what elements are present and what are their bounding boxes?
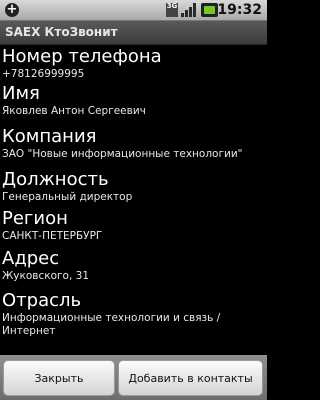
field-value: Генеральный директор (2, 191, 133, 203)
field-value: Информационные технологии и связь / Инте… (2, 312, 221, 337)
field-value: Жуковского, 31 (2, 270, 89, 282)
field-value: Яковлев Антон Сергеевич (2, 105, 146, 117)
field-value: +78126999995 (2, 68, 85, 80)
plus-circle-icon: + (5, 2, 19, 17)
status-bar: + 3G 19:32 (0, 0, 267, 21)
close-button[interactable]: Закрыть (3, 360, 115, 396)
battery-icon (201, 3, 218, 17)
signal-strength-icon (181, 3, 197, 17)
field-label: Регион (2, 208, 68, 229)
title-bar: SAEX КтоЗвонит (0, 21, 267, 45)
caller-info-panel: Номер телефона +78126999995 Имя Яковлев … (0, 45, 267, 355)
field-label: Номер телефона (2, 46, 162, 67)
app-title: SAEX КтоЗвонит (5, 25, 118, 39)
field-label: Имя (2, 83, 40, 104)
network-type-icon: 3G (166, 3, 178, 17)
field-label: Отрасль (2, 290, 82, 311)
field-value: САНКТ-ПЕТЕРБУРГ (2, 230, 103, 242)
button-bar: Закрыть Добавить в контакты (0, 355, 267, 400)
field-label: Должность (2, 169, 109, 190)
field-label: Компания (2, 126, 97, 147)
field-value: ЗАО "Новые информационные технологии" (2, 148, 243, 160)
field-label: Адрес (2, 248, 60, 269)
status-time: 19:32 (217, 2, 262, 18)
add-to-contacts-button[interactable]: Добавить в контакты (118, 360, 263, 396)
